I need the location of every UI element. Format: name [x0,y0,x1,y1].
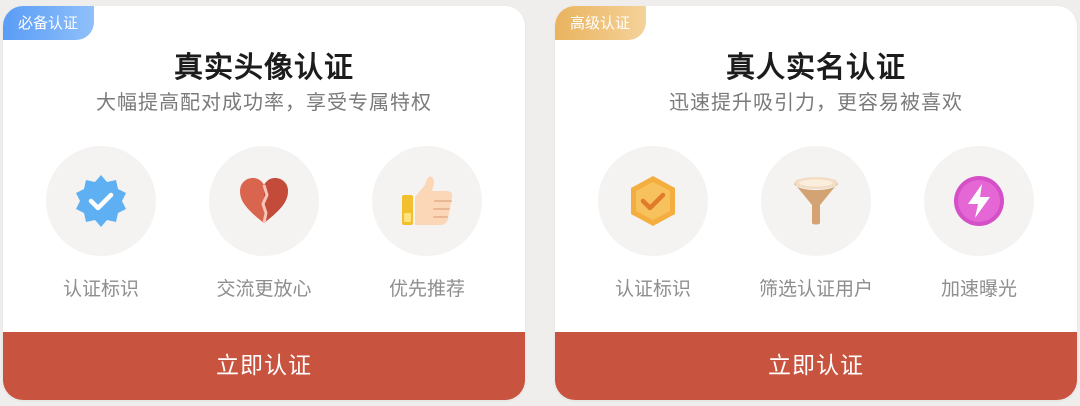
feature-label: 交流更放心 [216,278,312,300]
feature-label: 认证标识 [614,278,691,300]
lightning-icon [954,176,1004,226]
feature-label: 加速曝光 [940,278,1017,300]
feature-icon-circle [209,146,319,256]
feature-item: 优先推荐 [352,146,502,306]
feature-icon-circle [372,146,482,256]
advanced-badge: 高级认证 [555,6,647,40]
hexagon-check-icon [631,176,675,226]
feature-list: 认证标识 交流更放心 优先推荐 [3,146,525,306]
verified-badge-icon [76,175,126,227]
feature-item: 认证标识 [26,146,176,306]
card-subtitle: 大幅提高配对成功率，享受专属特权 [96,90,432,114]
feature-item: 筛选认证用户 [741,146,891,306]
card-title: 真实头像认证 [173,50,354,84]
feature-label: 认证标识 [62,278,139,300]
funnel-icon [794,177,838,225]
feature-label: 筛选认证用户 [758,278,873,300]
card-subtitle: 迅速提升吸引力，更容易被喜欢 [669,90,963,114]
feature-item: 交流更放心 [189,146,339,306]
feature-icon-circle [46,146,156,256]
feature-icon-circle [924,146,1034,256]
verification-options: 必备认证 真实头像认证 大幅提高配对成功率，享受专属特权 认证标识 交流更放心 … [0,0,1080,406]
verify-now-button[interactable]: 立即认证 [3,332,525,400]
feature-list: 认证标识 筛选认证用户 加速曝光 [555,146,1077,306]
feature-icon-circle [598,146,708,256]
real-name-verification-card: 高级认证 真人实名认证 迅速提升吸引力，更容易被喜欢 认证标识 筛选认证用户 加… [555,6,1077,400]
feature-item: 加速曝光 [904,146,1054,306]
required-badge: 必备认证 [3,6,95,40]
heart-icon [240,178,288,224]
feature-item: 认证标识 [578,146,728,306]
card-title: 真人实名认证 [725,50,906,84]
thumbs-up-icon [402,176,453,225]
avatar-verification-card: 必备认证 真实头像认证 大幅提高配对成功率，享受专属特权 认证标识 交流更放心 … [3,6,525,400]
feature-label: 优先推荐 [388,278,465,300]
verify-now-button[interactable]: 立即认证 [555,332,1077,400]
feature-icon-circle [761,146,871,256]
